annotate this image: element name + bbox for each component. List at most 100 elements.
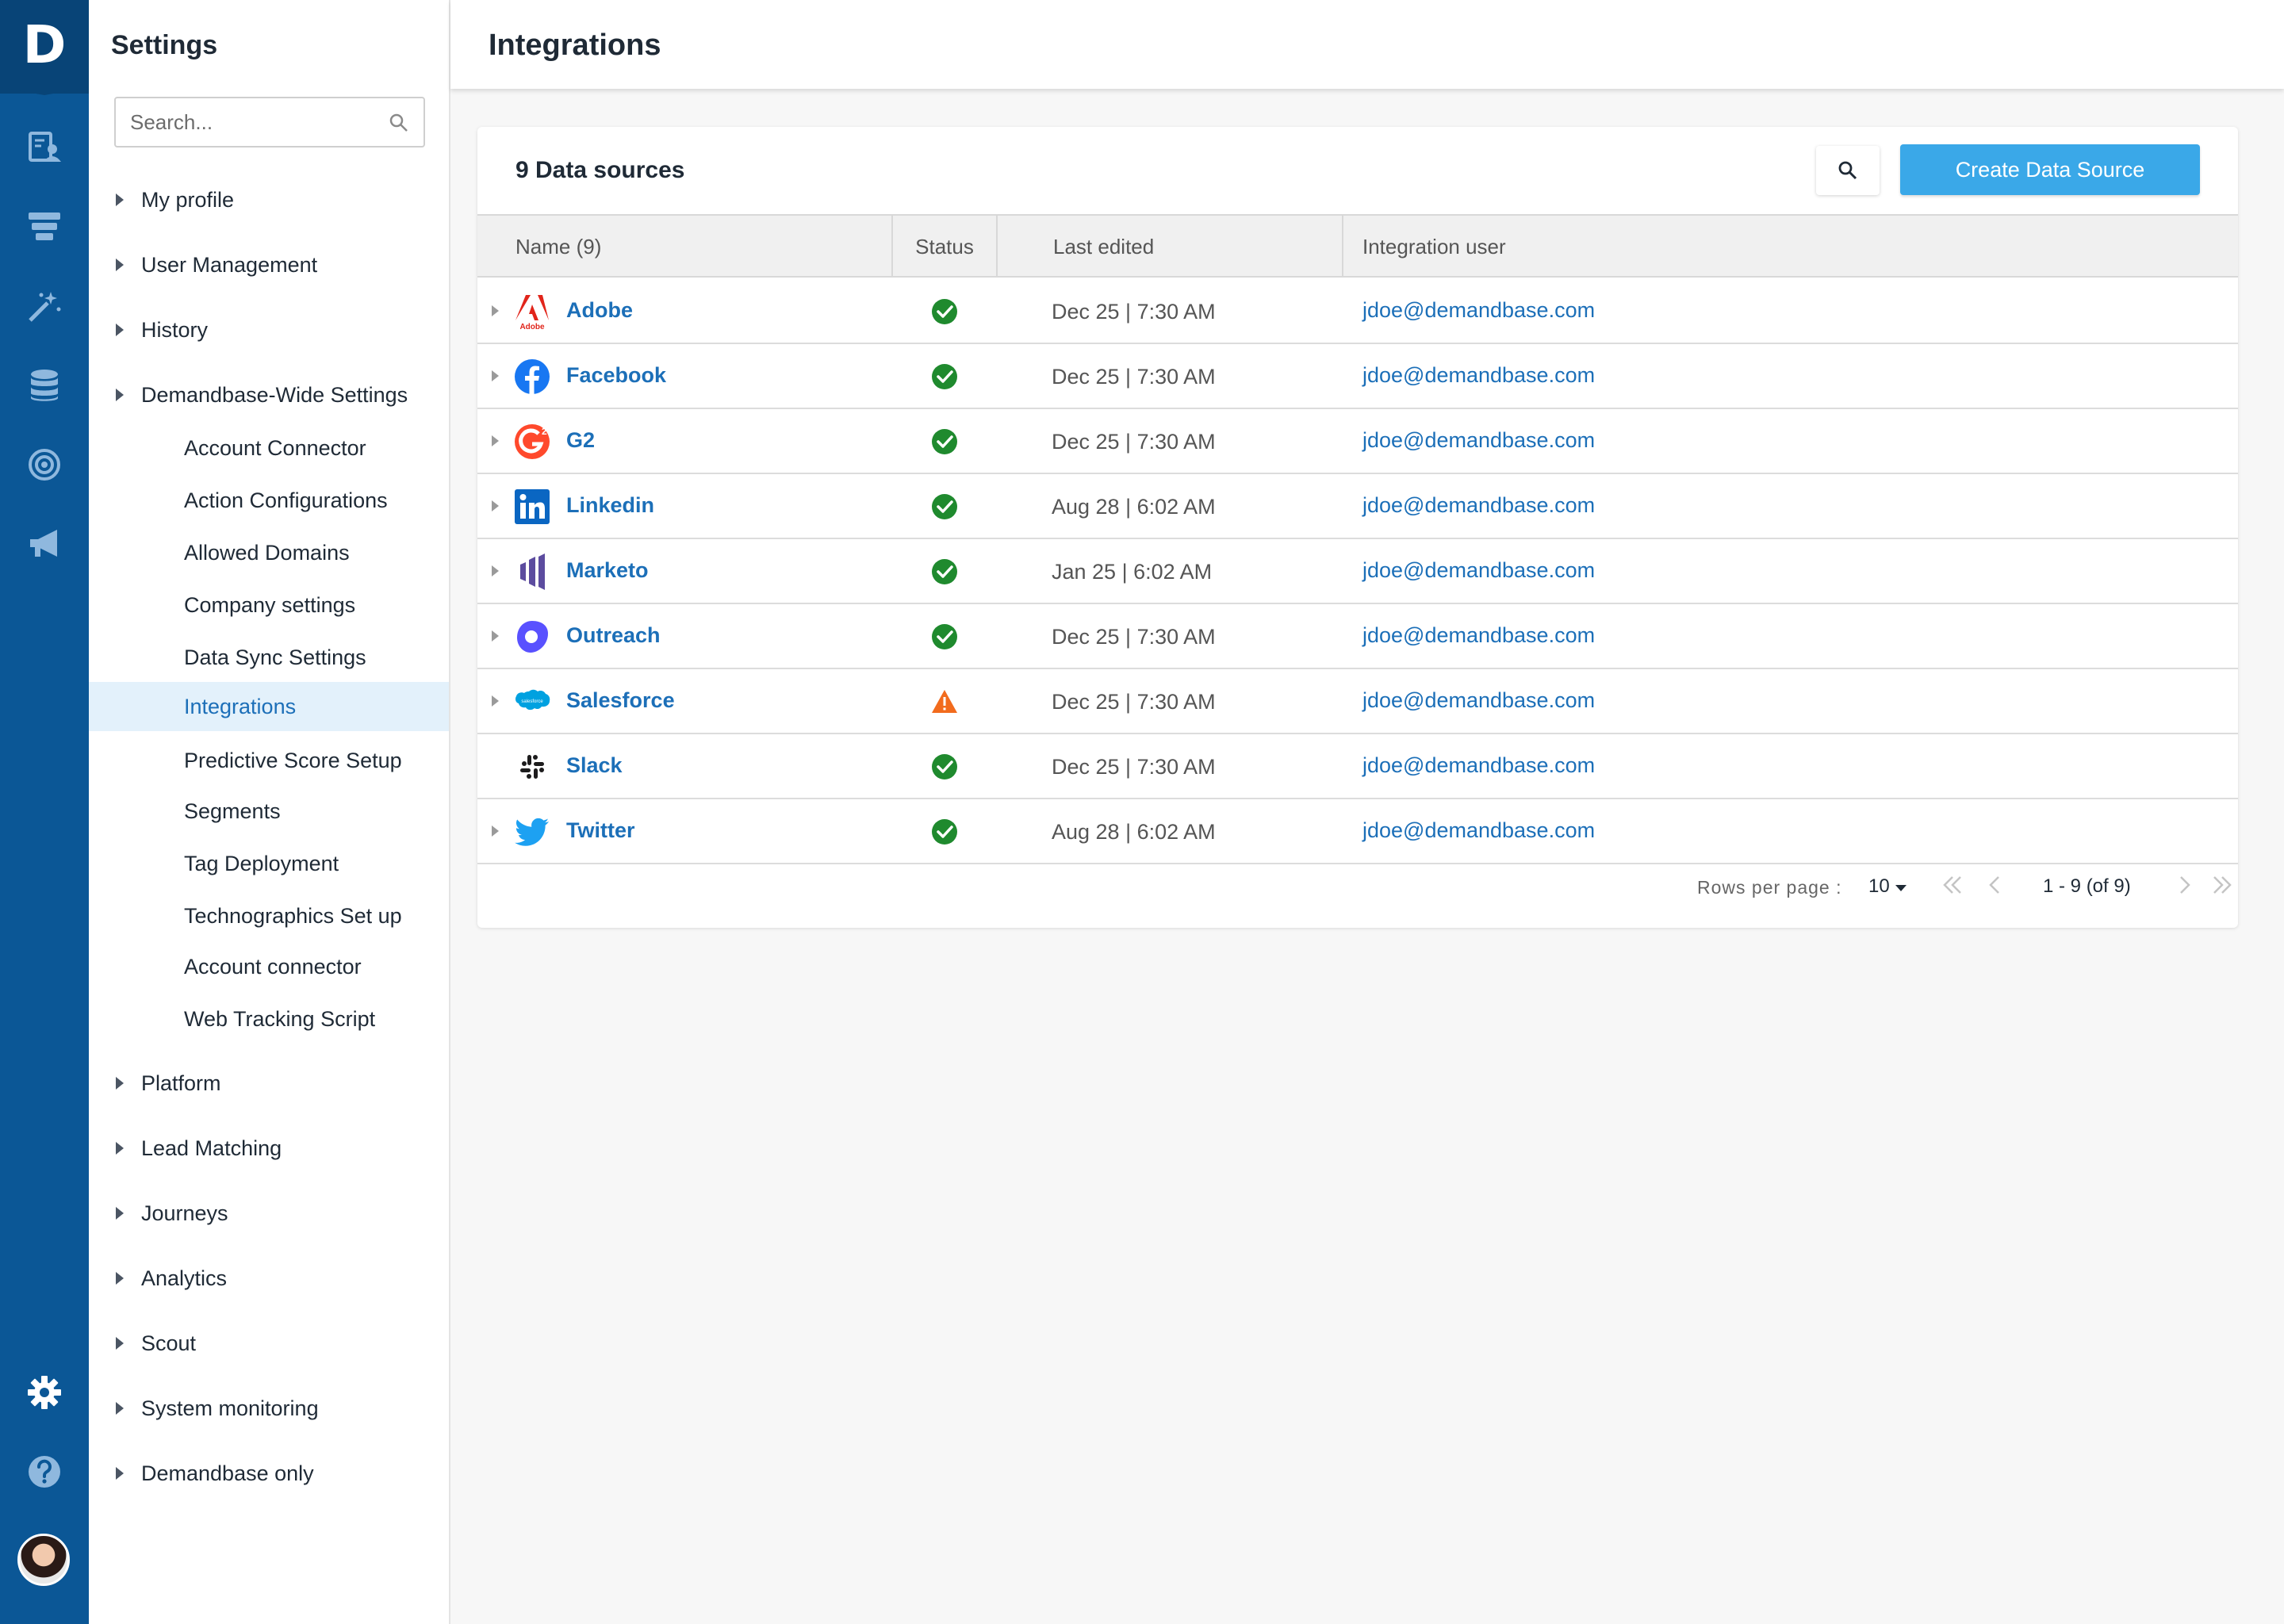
nav-label: User Management [141,252,318,277]
integration-user-link[interactable]: jdoe@demandbase.com [1362,363,1595,388]
table-row[interactable]: Adobe Adobe Dec 25 | 7:30 AM jdoe@demandbas… [477,279,2238,344]
target-icon[interactable] [25,446,63,484]
nav-sub-segments[interactable]: Segments [89,787,449,836]
nav-platform[interactable]: Platform [89,1058,449,1109]
column-header-integration-user[interactable]: Integration user [1343,216,2216,278]
nav-demandbase-only[interactable]: Demandbase only [89,1448,449,1499]
column-header-last-edited[interactable]: Last edited [998,216,1343,278]
nav-my-profile[interactable]: My profile [89,174,449,225]
expand-row-icon[interactable] [492,305,499,316]
column-header-name[interactable]: Name (9) [477,216,893,278]
status-ok-icon [931,428,958,455]
last-edited: Jan 25 | 6:02 AM [1052,560,1213,584]
integration-name[interactable]: Adobe [566,298,633,323]
gear-icon[interactable] [25,1373,63,1411]
page-header: Integrations [450,0,2284,89]
integration-user-link[interactable]: jdoe@demandbase.com [1362,818,1595,843]
expand-row-icon[interactable] [492,565,499,576]
expand-row-icon[interactable] [492,695,499,707]
nav-sub-account-connector[interactable]: Account Connector [89,423,449,473]
caret-right-icon [116,1402,124,1415]
integration-name[interactable]: Slack [566,753,623,778]
table-row[interactable]: Twitter Aug 28 | 6:02 AM jdoe@demandbase.c… [477,799,2238,864]
nav-sub-integrations[interactable]: Integrations [89,682,449,731]
settings-search-input[interactable] [116,98,370,146]
integration-name[interactable]: Facebook [566,363,666,388]
megaphone-icon[interactable] [25,525,63,563]
integration-name[interactable]: G2 [566,428,595,453]
nav-history[interactable]: History [89,304,449,355]
integration-user-link[interactable]: jdoe@demandbase.com [1362,753,1595,778]
nav-label: Journeys [141,1201,228,1225]
nav-sub-technographics-set-up[interactable]: Technographics Set up [89,891,449,940]
page-range: 1 - 9 (of 9) [2043,875,2131,897]
nav-user-management[interactable]: User Management [89,239,449,290]
table-search-button[interactable] [1816,146,1880,195]
status-ok-icon [931,623,958,650]
integration-name[interactable]: Marketo [566,558,649,583]
adobe-wordmark: Adobe [519,323,545,330]
caret-right-icon [116,1467,124,1480]
rows-per-page-select[interactable]: 10 [1868,875,1890,898]
table-row[interactable]: Linkedin Aug 28 | 6:02 AM jdoe@demandbase.… [477,474,2238,539]
column-header-status[interactable]: Status [893,216,998,278]
expand-row-icon[interactable] [492,630,499,642]
nav-demandbase-wide-settings[interactable]: Demandbase-Wide Settings [89,370,449,420]
g2-logo-icon: 2 [514,423,550,460]
settings-title: Settings [111,30,218,60]
status-ok-icon [931,493,958,520]
last-edited: Dec 25 | 7:30 AM [1052,430,1216,454]
expand-row-icon[interactable] [492,825,499,837]
expand-row-icon[interactable] [492,435,499,446]
logo-letter: D [22,14,67,75]
caret-down-icon[interactable] [1895,885,1907,891]
icon-rail: D [0,0,89,1624]
table-row[interactable]: Slack Dec 25 | 7:30 AM jdoe@demandbase.com [477,734,2238,799]
table-row[interactable]: salesforce Salesforce Dec 25 | 7:30 AM jdoe… [477,669,2238,734]
nav-sub-web-tracking-script[interactable]: Web Tracking Script [89,994,449,1044]
create-data-source-button[interactable]: Create Data Source [1900,144,2200,195]
nav-sub-action-configurations[interactable]: Action Configurations [89,476,449,525]
nav-system-monitoring[interactable]: System monitoring [89,1383,449,1434]
table-row[interactable]: Facebook Dec 25 | 7:30 AM jdoe@demandbase.… [477,344,2238,409]
table-row[interactable]: 2 G2 Dec 25 | 7:30 AM jdoe@demandbase.com [477,409,2238,474]
integration-name[interactable]: Twitter [566,818,635,843]
integration-name[interactable]: Linkedin [566,493,654,518]
nav-lead-matching[interactable]: Lead Matching [89,1123,449,1174]
user-avatar[interactable] [17,1534,70,1586]
status-ok-icon [931,298,958,325]
nav-sub-data-sync-settings[interactable]: Data Sync Settings [89,633,449,682]
table-row[interactable]: Marketo Jan 25 | 6:02 AM jdoe@demandbase.c… [477,539,2238,604]
help-icon[interactable] [25,1453,63,1491]
settings-search[interactable] [114,97,425,147]
previous-page-icon[interactable] [1981,871,2010,899]
nav-sub-company-settings[interactable]: Company settings [89,580,449,630]
database-icon[interactable] [25,366,63,404]
expand-row-icon[interactable] [492,500,499,511]
account-lists-icon[interactable] [25,128,63,167]
integration-name[interactable]: Outreach [566,623,661,648]
integration-user-link[interactable]: jdoe@demandbase.com [1362,623,1595,648]
magic-wand-icon[interactable] [25,287,63,325]
integration-user-link[interactable]: jdoe@demandbase.com [1362,558,1595,583]
status-ok-icon [931,753,958,780]
last-page-icon[interactable] [2208,871,2236,899]
first-page-icon[interactable] [1938,871,1967,899]
demandbase-logo[interactable]: D [0,0,89,95]
integration-user-link[interactable]: jdoe@demandbase.com [1362,298,1595,323]
funnel-icon[interactable] [25,208,63,246]
nav-sub-allowed-domains[interactable]: Allowed Domains [89,528,449,577]
nav-sub-account-connector-2[interactable]: Account connector [89,942,449,991]
integration-user-link[interactable]: jdoe@demandbase.com [1362,428,1595,453]
integration-name[interactable]: Salesforce [566,688,675,713]
nav-sub-tag-deployment[interactable]: Tag Deployment [89,839,449,888]
integration-user-link[interactable]: jdoe@demandbase.com [1362,493,1595,518]
nav-analytics[interactable]: Analytics [89,1253,449,1304]
integration-user-link[interactable]: jdoe@demandbase.com [1362,688,1595,713]
table-row[interactable]: Outreach Dec 25 | 7:30 AM jdoe@demandbase.… [477,604,2238,669]
expand-row-icon[interactable] [492,370,499,381]
nav-sub-predictive-score-setup[interactable]: Predictive Score Setup [89,736,449,785]
nav-journeys[interactable]: Journeys [89,1188,449,1239]
next-page-icon[interactable] [2170,871,2198,899]
nav-scout[interactable]: Scout [89,1318,449,1369]
